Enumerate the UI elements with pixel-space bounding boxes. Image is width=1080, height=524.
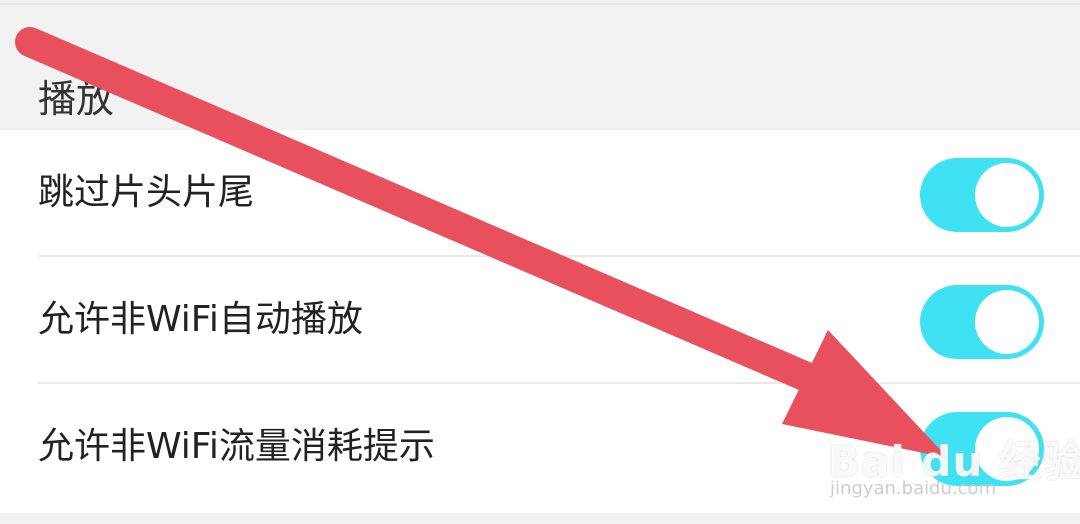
setting-row-non-wifi-autoplay[interactable]: 允许非WiFi自动播放 xyxy=(0,257,1080,384)
setting-label: 允许非WiFi流量消耗提示 xyxy=(38,426,435,467)
setting-label: 允许非WiFi自动播放 xyxy=(38,299,363,340)
toggle-knob xyxy=(975,290,1039,354)
toggle-knob xyxy=(975,163,1039,227)
baidu-jingyan-watermark: Bai du 经验 jingyan.baidu.com xyxy=(828,410,1080,500)
bottom-strip xyxy=(0,513,1080,524)
non-wifi-autoplay-toggle[interactable] xyxy=(920,285,1044,359)
skip-intro-outro-toggle[interactable] xyxy=(920,158,1044,232)
watermark-url: jingyan.baidu.com xyxy=(830,478,997,499)
section-header xyxy=(0,5,1080,130)
setting-label: 跳过片头片尾 xyxy=(38,172,255,213)
section-title-playback: 播放 xyxy=(38,77,115,121)
setting-row-skip-intro-outro[interactable]: 跳过片头片尾 xyxy=(0,130,1080,257)
